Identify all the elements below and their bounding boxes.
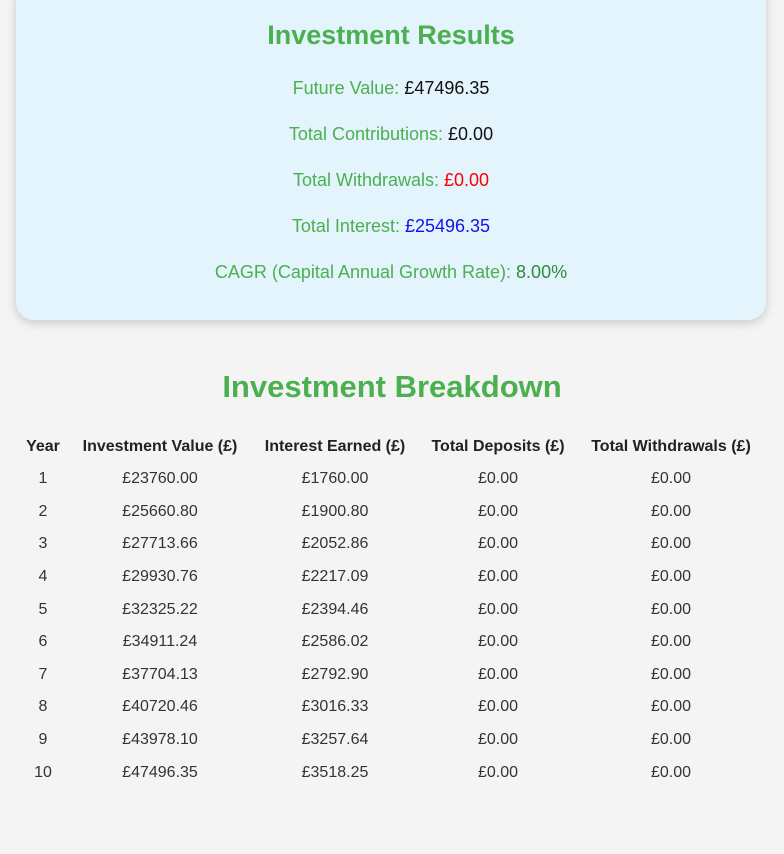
cell-year: 5 xyxy=(38,600,48,618)
cell-total-deposits: £0.00 xyxy=(477,763,519,781)
cell-total-withdrawals: £0.00 xyxy=(650,600,692,618)
cell-total-deposits: £0.00 xyxy=(477,600,519,618)
total-interest-value: £25496.35 xyxy=(404,216,491,236)
results-title: Investment Results xyxy=(267,20,515,50)
table-row: 6 £34911.24 £2586.02 £0.00 £0.00 xyxy=(20,626,762,659)
cell-interest-earned: £3016.33 xyxy=(301,698,369,716)
total-withdrawals-label: Total Withdrawals: xyxy=(292,170,439,190)
cell-total-deposits: £0.00 xyxy=(477,502,519,520)
total-contributions-label: Total Contributions: xyxy=(288,124,444,144)
cell-year: 1 xyxy=(38,470,48,488)
cell-total-deposits: £0.00 xyxy=(477,633,519,651)
cell-total-withdrawals: £0.00 xyxy=(650,698,692,716)
table-header-row: Year Investment Value (£) Interest Earne… xyxy=(20,430,762,463)
cell-total-deposits: £0.00 xyxy=(477,698,519,716)
cell-total-withdrawals: £0.00 xyxy=(650,470,692,488)
table-row: 1 £23760.00 £1760.00 £0.00 £0.00 xyxy=(20,463,762,496)
cell-total-withdrawals: £0.00 xyxy=(650,502,692,520)
cell-interest-earned: £1760.00 xyxy=(301,470,369,488)
cell-total-deposits: £0.00 xyxy=(477,535,519,553)
cell-total-deposits: £0.00 xyxy=(477,665,519,683)
investment-breakdown-table: Year Investment Value (£) Interest Earne… xyxy=(20,430,762,789)
table-row: 5 £32325.22 £2394.46 £0.00 £0.00 xyxy=(20,593,762,626)
cell-interest-earned: £2792.90 xyxy=(301,665,369,683)
cell-interest-earned: £2586.02 xyxy=(301,633,369,651)
cell-investment-value: £25660.80 xyxy=(122,502,198,520)
cell-investment-value: £29930.76 xyxy=(122,568,198,586)
cell-interest-earned: £1900.80 xyxy=(301,502,369,520)
cell-interest-earned: £2394.46 xyxy=(301,600,369,618)
table-row: 10 £47496.35 £3518.25 £0.00 £0.00 xyxy=(20,756,762,789)
cagr-value: 8.00% xyxy=(516,262,568,282)
cell-total-deposits: £0.00 xyxy=(477,470,519,488)
future-value-line: Future Value: £47496.35 xyxy=(16,78,766,99)
cell-year: 3 xyxy=(38,535,48,553)
cell-year: 6 xyxy=(38,633,48,651)
cell-interest-earned: £2217.09 xyxy=(301,568,369,586)
total-withdrawals-line: Total Withdrawals: £0.00 xyxy=(16,170,766,191)
cagr-line: CAGR (Capital Annual Growth Rate): 8.00% xyxy=(16,262,766,283)
total-contributions-line: Total Contributions: £0.00 xyxy=(16,124,766,145)
table-row: 8 £40720.46 £3016.33 £0.00 £0.00 xyxy=(20,691,762,724)
cell-investment-value: £40720.46 xyxy=(122,698,198,716)
cell-investment-value: £32325.22 xyxy=(122,600,198,618)
cell-investment-value: £34911.24 xyxy=(122,633,198,651)
total-withdrawals-value: £0.00 xyxy=(444,170,490,190)
column-header-investment-value: Investment Value (£) xyxy=(82,437,238,455)
cell-interest-earned: £3518.25 xyxy=(301,763,369,781)
cell-investment-value: £43978.10 xyxy=(122,731,198,749)
column-header-year: Year xyxy=(26,437,60,455)
table-row: 3 £27713.66 £2052.86 £0.00 £0.00 xyxy=(20,528,762,561)
breakdown-title: Investment Breakdown xyxy=(222,369,562,404)
total-contributions-value: £0.00 xyxy=(448,124,494,144)
cell-total-withdrawals: £0.00 xyxy=(650,763,692,781)
table-row: 4 £29930.76 £2217.09 £0.00 £0.00 xyxy=(20,561,762,594)
cell-total-withdrawals: £0.00 xyxy=(650,568,692,586)
cell-year: 4 xyxy=(38,568,48,586)
future-value: £47496.35 xyxy=(404,78,490,98)
cell-total-deposits: £0.00 xyxy=(477,731,519,749)
cell-year: 8 xyxy=(38,698,48,716)
cell-interest-earned: £3257.64 xyxy=(301,731,369,749)
table-row: 9 £43978.10 £3257.64 £0.00 £0.00 xyxy=(20,724,762,757)
cell-investment-value: £27713.66 xyxy=(122,535,198,553)
investment-results-card: Investment Results Future Value: £47496.… xyxy=(16,0,766,320)
column-header-interest-earned: Interest Earned (£) xyxy=(264,437,406,455)
table-row: 2 £25660.80 £1900.80 £0.00 £0.00 xyxy=(20,496,762,529)
cell-total-withdrawals: £0.00 xyxy=(650,633,692,651)
table-row: 7 £37704.13 £2792.90 £0.00 £0.00 xyxy=(20,659,762,692)
cell-total-deposits: £0.00 xyxy=(477,568,519,586)
cell-year: 10 xyxy=(34,763,52,781)
column-header-total-deposits: Total Deposits (£) xyxy=(431,437,565,455)
cell-total-withdrawals: £0.00 xyxy=(650,665,692,683)
cell-investment-value: £47496.35 xyxy=(122,763,198,781)
future-value-label: Future Value: xyxy=(292,78,400,98)
cell-year: 2 xyxy=(38,502,48,520)
cell-year: 9 xyxy=(38,731,48,749)
cell-total-withdrawals: £0.00 xyxy=(650,731,692,749)
total-interest-label: Total Interest: xyxy=(291,216,400,236)
cell-investment-value: £37704.13 xyxy=(122,665,198,683)
cell-interest-earned: £2052.86 xyxy=(301,535,369,553)
total-interest-line: Total Interest: £25496.35 xyxy=(16,216,766,237)
cell-investment-value: £23760.00 xyxy=(122,470,198,488)
cell-total-withdrawals: £0.00 xyxy=(650,535,692,553)
column-header-total-withdrawals: Total Withdrawals (£) xyxy=(591,437,751,455)
cagr-label: CAGR (Capital Annual Growth Rate): xyxy=(214,262,512,282)
cell-year: 7 xyxy=(38,665,48,683)
